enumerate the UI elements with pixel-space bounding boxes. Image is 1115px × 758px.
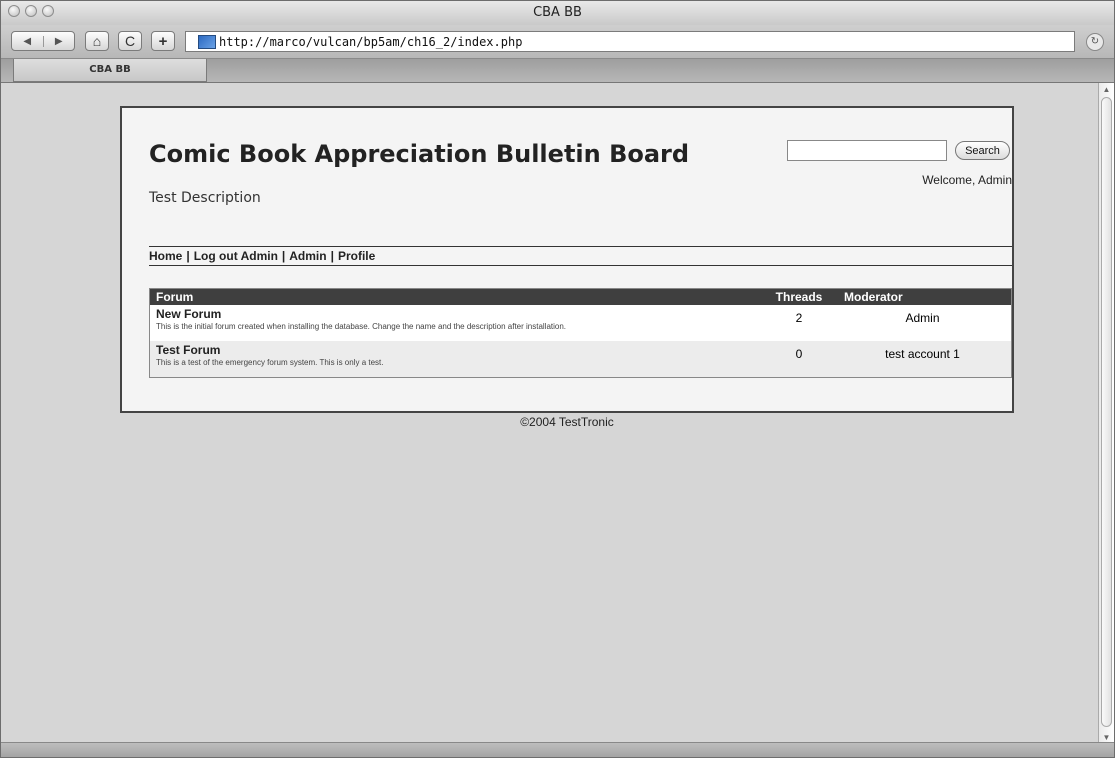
- plus-icon: +: [158, 32, 168, 50]
- nav-link-profile[interactable]: Profile: [338, 249, 375, 263]
- vertical-scrollbar[interactable]: ▲ ▼: [1098, 83, 1114, 744]
- forum-table-header: Forum Threads Moderator: [150, 289, 1011, 305]
- status-bar: [1, 742, 1114, 757]
- browser-toolbar: ◀ ▶ ⌂ C + http://marco/vulcan/bp5am/ch16…: [1, 25, 1114, 59]
- page-viewport: Comic Book Appreciation Bulletin Board T…: [1, 83, 1098, 744]
- forum-name-link[interactable]: New Forum: [156, 307, 764, 321]
- zoom-window-button[interactable]: [42, 5, 54, 17]
- forum-page: Comic Book Appreciation Bulletin Board T…: [120, 106, 1014, 413]
- table-row: New Forum This is the initial forum crea…: [150, 305, 1011, 341]
- forum-description: This is a test of the emergency forum sy…: [156, 358, 384, 367]
- minimize-window-button[interactable]: [25, 5, 37, 17]
- nav-separator: |: [186, 249, 190, 263]
- moderator-name: test account 1: [885, 347, 960, 361]
- home-button[interactable]: ⌂: [85, 31, 109, 51]
- search-button[interactable]: Search: [955, 141, 1010, 160]
- forward-button[interactable]: ▶: [44, 36, 75, 47]
- nav-link-home[interactable]: Home: [149, 249, 182, 263]
- forum-table: Forum Threads Moderator New Forum This i…: [149, 288, 1012, 378]
- scroll-down-arrow-icon[interactable]: ▼: [1099, 733, 1114, 742]
- forum-name-link[interactable]: Test Forum: [156, 343, 764, 357]
- browser-window: CBA BB ◀ ▶ ⌂ C + http://marco/vulcan/bp5…: [0, 0, 1115, 758]
- favicon-icon: [198, 34, 216, 49]
- forum-cell: Test Forum This is a test of the emergen…: [150, 341, 764, 369]
- header-moderator: Moderator: [844, 290, 903, 304]
- back-button[interactable]: ◀: [12, 35, 44, 47]
- page-footer: ©2004 TestTronic: [520, 415, 614, 429]
- nav-separator: |: [330, 249, 334, 263]
- nav-bar: Home | Log out Admin | Admin | Profile: [149, 246, 1012, 266]
- nav-link-logout[interactable]: Log out Admin: [194, 249, 278, 263]
- thread-count: 0: [795, 347, 803, 361]
- table-row: Test Forum This is a test of the emergen…: [150, 341, 1011, 377]
- forum-description: This is the initial forum created when i…: [156, 322, 567, 331]
- home-icon: ⌂: [92, 33, 102, 49]
- reload-button[interactable]: C: [118, 31, 142, 51]
- title-bar: CBA BB: [1, 1, 1114, 25]
- thread-count: 2: [795, 311, 803, 325]
- window-controls: [8, 5, 54, 17]
- scroll-up-arrow-icon[interactable]: ▲: [1099, 85, 1114, 94]
- scroll-thumb[interactable]: [1101, 97, 1112, 727]
- snapback-icon[interactable]: ↻: [1086, 33, 1104, 51]
- welcome-text: Welcome, Admin: [922, 173, 1012, 187]
- window-title: CBA BB: [533, 5, 582, 20]
- header-forum: Forum: [156, 290, 194, 304]
- tab-cba-bb[interactable]: CBA BB: [13, 59, 207, 82]
- address-url[interactable]: http://marco/vulcan/bp5am/ch16_2/index.p…: [219, 35, 522, 49]
- search-input[interactable]: [787, 140, 947, 161]
- board-title: Comic Book Appreciation Bulletin Board: [149, 140, 690, 168]
- nav-separator: |: [281, 249, 286, 263]
- header-threads: Threads: [775, 290, 823, 304]
- nav-link-admin[interactable]: Admin: [289, 249, 326, 263]
- tab-bar: CBA BB: [1, 59, 1114, 83]
- add-bookmark-button[interactable]: +: [151, 31, 175, 51]
- board-description: Test Description: [149, 190, 261, 206]
- close-window-button[interactable]: [8, 5, 20, 17]
- moderator-name: Admin: [905, 311, 940, 325]
- back-forward-buttons: ◀ ▶: [11, 31, 75, 51]
- forum-cell: New Forum This is the initial forum crea…: [150, 305, 764, 333]
- reload-icon: C: [124, 33, 136, 49]
- address-bar[interactable]: http://marco/vulcan/bp5am/ch16_2/index.p…: [185, 31, 1075, 52]
